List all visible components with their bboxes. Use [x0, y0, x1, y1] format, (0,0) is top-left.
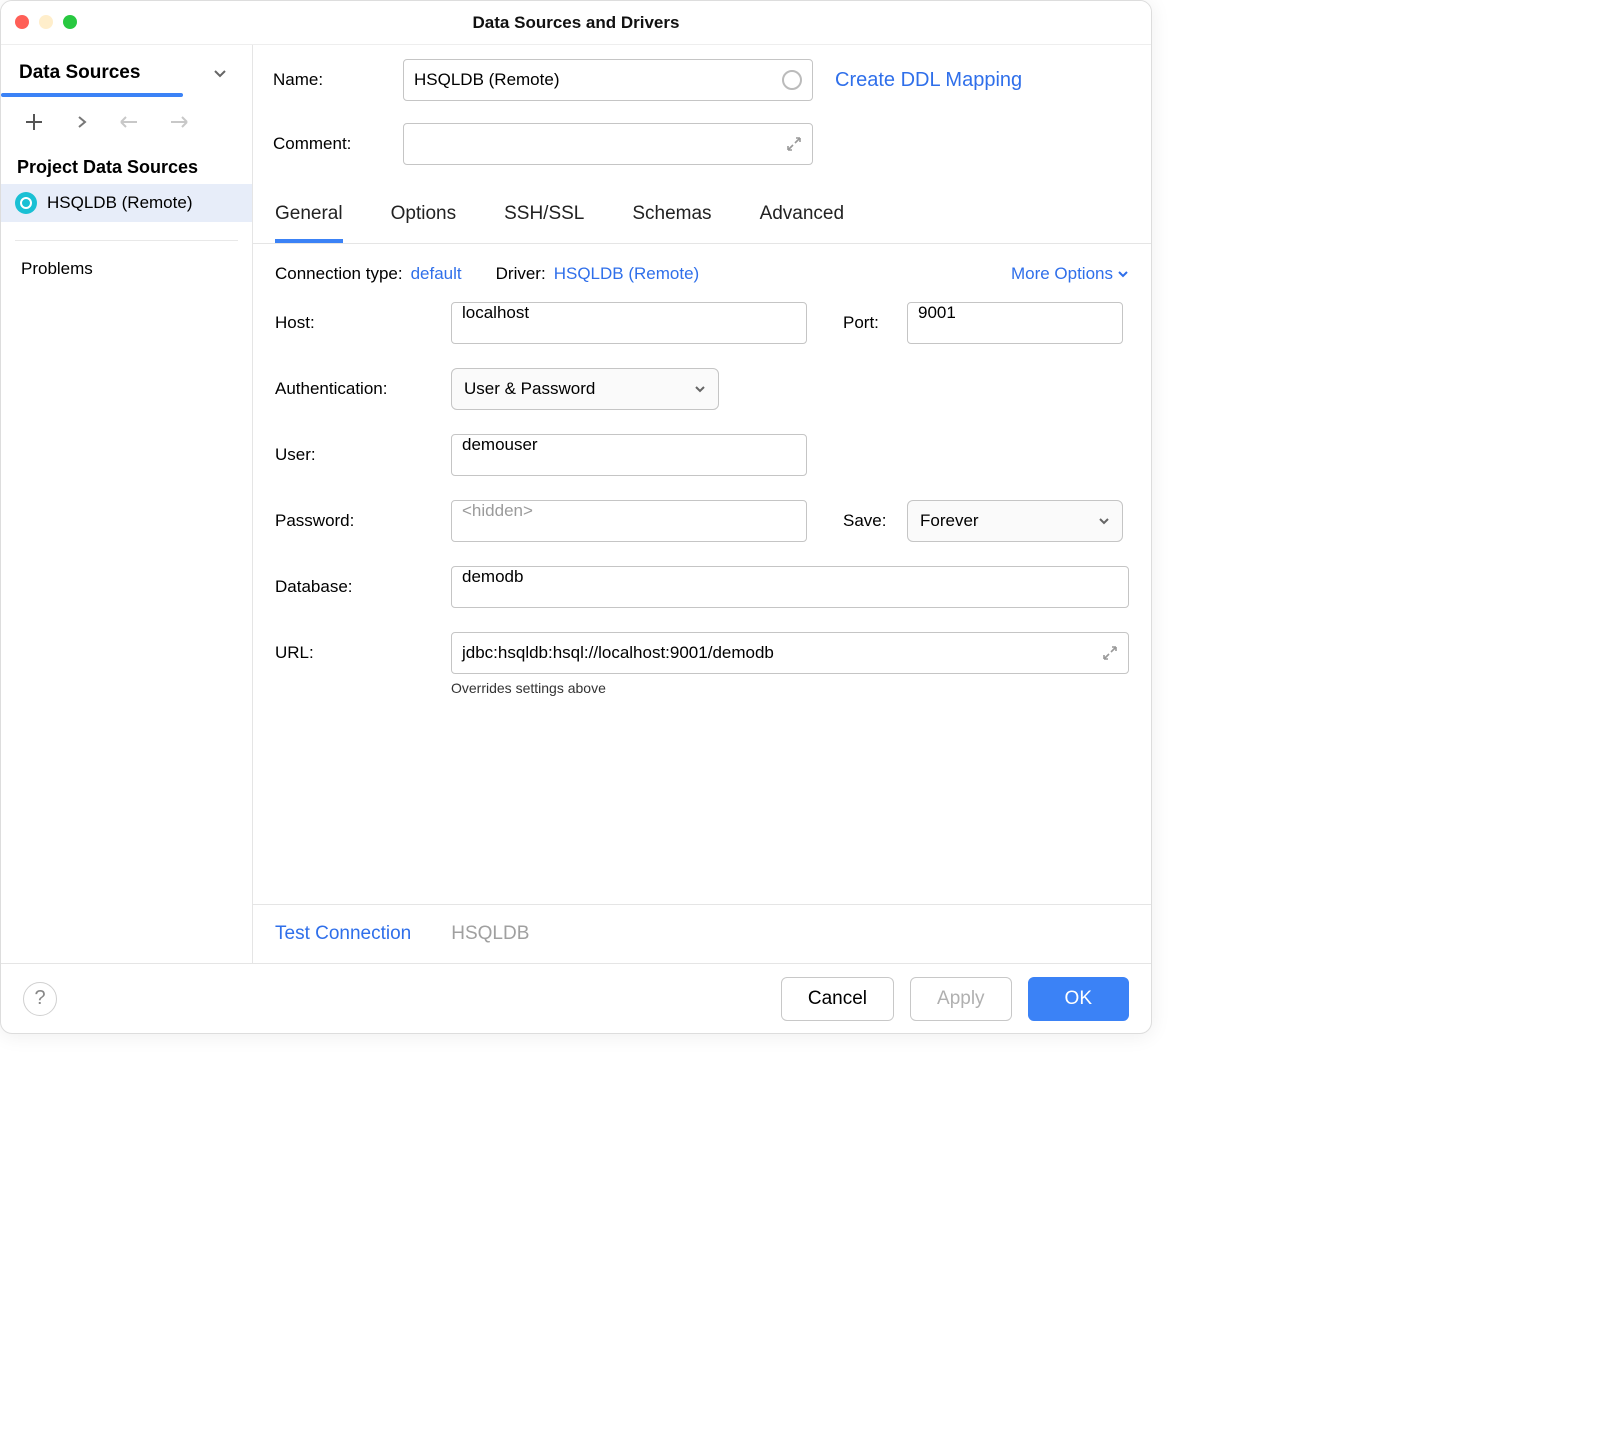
sidebar-section-title: Project Data Sources — [1, 143, 252, 184]
sidebar-item-label: HSQLDB (Remote) — [47, 193, 192, 213]
sidebar-item-problems[interactable]: Problems — [1, 241, 252, 297]
tab-ssh-ssl[interactable]: SSH/SSL — [504, 193, 584, 243]
name-value: HSQLDB (Remote) — [414, 70, 559, 90]
maximize-icon[interactable] — [63, 15, 77, 29]
authentication-label: Authentication: — [275, 379, 451, 399]
dialog-footer: ? Cancel Apply OK — [1, 963, 1151, 1033]
tab-general[interactable]: General — [275, 193, 343, 243]
user-input[interactable]: demouser — [451, 434, 807, 476]
user-label: User: — [275, 445, 451, 465]
url-input[interactable]: jdbc:hsqldb:hsql://localhost:9001/demodb — [451, 632, 1129, 674]
add-icon[interactable] — [23, 111, 45, 133]
expand-icon[interactable] — [1102, 645, 1118, 661]
name-label: Name: — [273, 70, 403, 90]
chevron-down-icon — [694, 383, 706, 395]
sidebar: Data Sources Project — [1, 45, 253, 963]
tabs: General Options SSH/SSL Schemas Advanced — [253, 193, 1151, 244]
more-options-link[interactable]: More Options — [1011, 264, 1129, 284]
arrow-left-icon — [119, 115, 139, 129]
color-circle-icon[interactable] — [782, 70, 802, 90]
dialog-window: Data Sources and Drivers Data Sources — [0, 0, 1152, 1034]
save-select[interactable]: Forever — [907, 500, 1123, 542]
test-connection-bar: Test Connection HSQLDB — [253, 904, 1151, 963]
password-input[interactable]: <hidden> — [451, 500, 807, 542]
main-panel: Name: HSQLDB (Remote) Create DDL Mapping… — [253, 45, 1151, 963]
chevron-down-icon[interactable] — [206, 59, 234, 87]
driver-value[interactable]: HSQLDB (Remote) — [554, 264, 699, 284]
password-label: Password: — [275, 511, 451, 531]
apply-button[interactable]: Apply — [910, 977, 1012, 1021]
test-connection-link[interactable]: Test Connection — [275, 923, 411, 945]
tab-advanced[interactable]: Advanced — [760, 193, 845, 243]
database-icon — [15, 192, 37, 214]
name-input[interactable]: HSQLDB (Remote) — [403, 59, 813, 101]
tab-schemas[interactable]: Schemas — [632, 193, 711, 243]
database-label: Database: — [275, 577, 451, 597]
driver-name-text: HSQLDB — [451, 923, 529, 945]
window-controls — [15, 15, 77, 29]
expand-icon[interactable] — [786, 136, 802, 152]
arrow-right-icon — [169, 115, 189, 129]
authentication-select[interactable]: User & Password — [451, 368, 719, 410]
tab-options[interactable]: Options — [391, 193, 456, 243]
database-input[interactable]: demodb — [451, 566, 1129, 608]
chevron-right-icon[interactable] — [75, 115, 89, 129]
port-label: Port: — [843, 313, 907, 333]
create-ddl-mapping-link[interactable]: Create DDL Mapping — [835, 69, 1022, 92]
url-label: URL: — [275, 643, 451, 663]
close-icon[interactable] — [15, 15, 29, 29]
cancel-button[interactable]: Cancel — [781, 977, 894, 1021]
titlebar: Data Sources and Drivers — [1, 1, 1151, 45]
connection-type-value[interactable]: default — [411, 264, 462, 284]
chevron-down-icon — [1117, 268, 1129, 280]
sidebar-item-hsqldb[interactable]: HSQLDB (Remote) — [1, 184, 252, 222]
chevron-down-icon — [1098, 515, 1110, 527]
sidebar-tab-data-sources[interactable]: Data Sources — [19, 62, 140, 84]
dialog-title: Data Sources and Drivers — [473, 13, 680, 33]
minimize-icon[interactable] — [39, 15, 53, 29]
connection-type-bar: Connection type: default Driver: HSQLDB … — [253, 244, 1151, 294]
connection-type-label: Connection type: — [275, 264, 403, 284]
port-input[interactable]: 9001 — [907, 302, 1123, 344]
comment-input[interactable] — [403, 123, 813, 165]
help-icon[interactable]: ? — [23, 982, 57, 1016]
driver-label: Driver: — [496, 264, 546, 284]
save-label: Save: — [843, 511, 907, 531]
url-helper-text: Overrides settings above — [451, 680, 1129, 696]
host-input[interactable]: localhost — [451, 302, 807, 344]
comment-label: Comment: — [273, 134, 403, 154]
ok-button[interactable]: OK — [1028, 977, 1129, 1021]
host-label: Host: — [275, 313, 451, 333]
